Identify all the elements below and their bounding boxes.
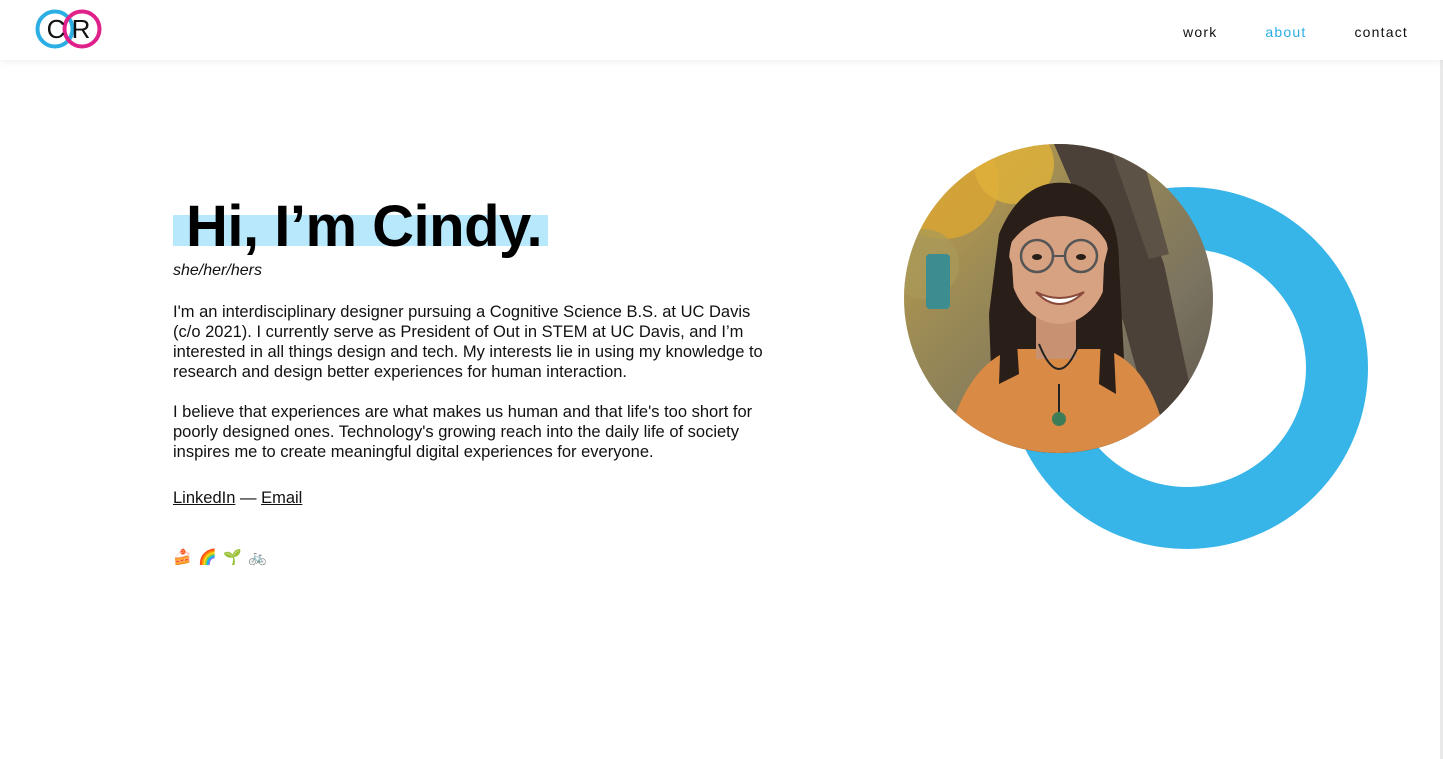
contact-links: LinkedIn — Email <box>173 489 302 508</box>
seedling-icon: 🌱 <box>223 549 242 566</box>
nav-contact[interactable]: contact <box>1354 24 1408 40</box>
logo-letter-r: R <box>72 14 91 44</box>
bio-paragraph-1: I'm an interdisciplinary designer pursui… <box>173 303 763 381</box>
hero-title-wrap: Hi, I’m Cindy. <box>173 192 548 262</box>
link-separator: — <box>239 489 257 507</box>
logo-letter-c: C <box>47 14 66 44</box>
logo[interactable]: C R <box>34 8 106 50</box>
bicycle-icon: 🚲 <box>248 549 267 566</box>
linkedin-link[interactable]: LinkedIn <box>173 489 235 507</box>
profile-photo <box>904 144 1213 453</box>
bio-paragraph-2: I believe that experiences are what make… <box>173 403 753 461</box>
page-title: Hi, I’m Cindy. <box>186 194 543 259</box>
rainbow-icon: 🌈 <box>198 549 217 566</box>
site-header: C R work about contact <box>0 0 1443 60</box>
bio: I'm an interdisciplinary designer pursui… <box>173 302 763 482</box>
main-nav: work about contact <box>1183 24 1408 40</box>
cake-icon: 🍰 <box>173 549 192 566</box>
email-link[interactable]: Email <box>261 489 302 507</box>
emoji-row: 🍰 🌈 🌱 🚲 <box>173 548 267 566</box>
pronouns: she/her/hers <box>173 262 262 279</box>
nav-work[interactable]: work <box>1183 24 1217 40</box>
nav-about[interactable]: about <box>1265 24 1306 40</box>
